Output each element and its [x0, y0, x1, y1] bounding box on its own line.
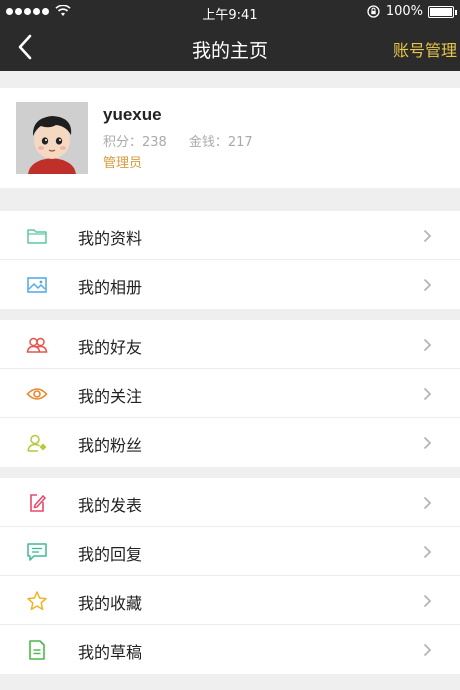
chevron-right-icon [423, 545, 432, 559]
menu-item-label: 我的资料 [78, 229, 143, 248]
profile-card[interactable]: yuexue 积分：238 金钱：217 管理员 [0, 88, 460, 188]
menu-item-label: 我的相册 [78, 278, 143, 297]
chevron-right-icon [423, 496, 432, 510]
points-value: 积分：238 [103, 135, 167, 150]
draft-icon [29, 640, 45, 660]
chevron-right-icon [423, 436, 432, 450]
chevron-right-icon [423, 387, 432, 401]
menu-group-social: 我的好友 我的关注 我的粉丝 [0, 320, 460, 467]
chevron-right-icon [423, 278, 432, 292]
menu-item-label: 我的粉丝 [78, 436, 143, 455]
menu-item-profile[interactable]: 我的资料 [0, 211, 460, 260]
chevron-right-icon [423, 643, 432, 657]
menu-item-label: 我的回复 [78, 545, 143, 564]
battery-icon [428, 5, 457, 18]
username: yuexue [103, 105, 162, 124]
status-bar: 上午9:41 100% [0, 0, 460, 24]
compose-icon [30, 494, 47, 512]
menu-item-following[interactable]: 我的关注 [0, 369, 460, 418]
cartoon-avatar-icon [16, 102, 88, 174]
menu-item-label: 我的关注 [78, 387, 143, 406]
reply-icon [27, 543, 47, 561]
menu-item-drafts[interactable]: 我的草稿 [0, 625, 460, 674]
chevron-right-icon [423, 338, 432, 352]
chevron-right-icon [423, 594, 432, 608]
user-stats: 积分：238 金钱：217 [103, 131, 253, 150]
menu-item-posts[interactable]: 我的发表 [0, 478, 460, 527]
page-title: 我的主页 [191, 40, 268, 62]
menu-item-album[interactable]: 我的相册 [0, 260, 460, 309]
user-role: 管理员 [103, 156, 143, 171]
eye-icon [26, 388, 48, 400]
menu-item-favorites[interactable]: 我的收藏 [0, 576, 460, 625]
star-icon [27, 591, 47, 611]
chevron-right-icon [423, 229, 432, 243]
friends-icon [26, 337, 48, 353]
folder-icon [27, 229, 47, 244]
account-manage-button[interactable]: 账号管理 [393, 37, 457, 61]
menu-group-posts: 我的发表 我的回复 我的收藏 我的草稿 [0, 478, 460, 674]
menu-group-profile: 我的资料 我的相册 [0, 211, 460, 309]
fans-icon [27, 434, 47, 452]
rotation-lock-icon [367, 5, 380, 18]
menu-item-label: 我的发表 [78, 496, 143, 515]
menu-item-fans[interactable]: 我的粉丝 [0, 418, 460, 467]
menu-item-label: 我的好友 [78, 338, 143, 357]
money-value: 金钱：217 [188, 135, 253, 150]
menu-item-friends[interactable]: 我的好友 [0, 320, 460, 369]
menu-item-label: 我的草稿 [78, 643, 143, 662]
menu-item-replies[interactable]: 我的回复 [0, 527, 460, 576]
menu-item-label: 我的收藏 [78, 594, 143, 613]
photo-icon [27, 277, 47, 293]
nav-bar: 我的主页 账号管理 [0, 24, 460, 71]
avatar[interactable] [16, 102, 88, 174]
battery-percent: 100% [385, 4, 423, 19]
